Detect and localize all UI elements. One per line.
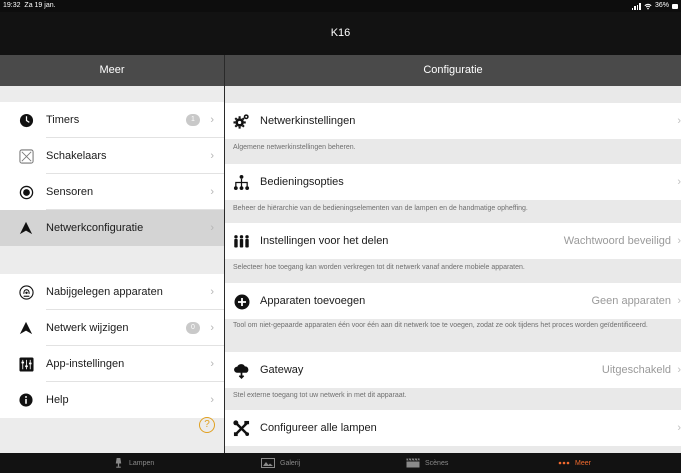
help-button[interactable]: ? <box>199 417 215 433</box>
tab-galerij[interactable]: Galerij <box>261 453 300 473</box>
more-icon <box>558 461 570 465</box>
configuration-panel: Netwerkinstellingen › Algemene netwerkin… <box>225 86 681 453</box>
tab-bar: Lampen Galerij Scènes Meer <box>0 453 681 473</box>
row-label: Gateway <box>260 364 304 376</box>
chevron-right-icon: › <box>210 286 214 298</box>
chevron-right-icon: › <box>210 150 214 162</box>
sidebar-item-schakelaars[interactable]: Schakelaars › <box>0 138 224 174</box>
tab-meer[interactable]: Meer <box>558 453 591 473</box>
row-bedieningsopties[interactable]: Bedieningsopties › <box>225 164 681 200</box>
sidebar-item-app-instellingen[interactable]: App-instellingen › <box>0 346 224 382</box>
tab-label: Lampen <box>129 459 155 467</box>
row-description: Beheer de hiërarchie van de bedieningsel… <box>233 205 528 212</box>
sidebar-item-label: Timers <box>46 114 80 126</box>
switch-icon <box>18 148 34 164</box>
tab-label: Meer <box>575 459 591 467</box>
status-time: 19:32 Za 19 jan. <box>3 2 56 9</box>
row-instellingen-delen[interactable]: Instellingen voor het delen Wachtwoord b… <box>225 223 681 259</box>
chevron-right-icon: › <box>677 115 681 127</box>
scenes-icon <box>406 458 420 468</box>
chevron-right-icon: › <box>210 394 214 406</box>
lamp-icon <box>113 458 124 468</box>
app-settings-icon <box>18 356 34 372</box>
network-config-icon <box>18 220 34 236</box>
row-description: Tool om niet-gepaarde apparaten één voor… <box>233 322 648 329</box>
row-value: Wachtwoord beveiligd <box>563 235 671 247</box>
row-gateway[interactable]: Gateway Uitgeschakeld › <box>225 352 681 388</box>
add-icon <box>233 293 250 310</box>
row-description: Algemene netwerkinstellingen beheren. <box>233 144 356 151</box>
sidebar-item-label: Netwerkconfiguratie <box>46 222 144 234</box>
sidebar-item-label: Nabijgelegen apparaten <box>46 286 163 298</box>
row-description: Selecteer hoe toegang kan worden verkreg… <box>233 264 525 271</box>
chevron-right-icon: › <box>677 364 681 376</box>
sidebar-item-timers[interactable]: Timers 1 › <box>0 102 224 138</box>
chevron-right-icon: › <box>210 186 214 198</box>
chevron-right-icon: › <box>210 358 214 370</box>
sidebar-item-label: Netwerk wijzigen <box>46 322 129 334</box>
status-bar: 19:32 Za 19 jan. 36% <box>0 0 681 12</box>
network-change-icon <box>18 320 34 336</box>
row-apparaten-toevoegen[interactable]: Apparaten toevoegen Geen apparaten › <box>225 283 681 319</box>
sidebar-item-nabijgelegen-apparaten[interactable]: Nabijgelegen apparaten › <box>0 274 224 310</box>
sidebar-item-label: App-instellingen <box>46 358 125 370</box>
row-label: Instellingen voor het delen <box>260 235 389 247</box>
tab-scenes[interactable]: Scènes <box>406 453 448 473</box>
row-value: Uitgeschakeld <box>601 364 671 376</box>
row-label: Bedieningsopties <box>260 176 344 188</box>
sidebar-item-netwerkconfiguratie[interactable]: Netwerkconfiguratie › <box>0 210 224 246</box>
chevron-right-icon: › <box>677 422 681 434</box>
nearby-devices-icon <box>18 284 34 300</box>
app-title: K16 <box>0 12 681 55</box>
chevron-right-icon: › <box>677 235 681 247</box>
row-label: Apparaten toevoegen <box>260 295 366 307</box>
gear-icon <box>233 113 250 130</box>
tab-label: Galerij <box>280 459 301 467</box>
row-label: Netwerkinstellingen <box>260 115 356 127</box>
row-description: Stel externe toegang tot uw netwerk in m… <box>233 392 407 399</box>
row-configureer-alle-lampen[interactable]: Configureer alle lampen › <box>225 410 681 446</box>
sidebar-group-secondary: Nabijgelegen apparaten › Netwerk wijzige… <box>0 274 224 418</box>
chevron-right-icon: › <box>677 295 681 307</box>
sidebar-item-sensoren[interactable]: Sensoren › <box>0 174 224 210</box>
status-indicators: 36% <box>631 0 678 12</box>
hierarchy-icon <box>233 174 250 191</box>
tab-label: Scènes <box>425 459 449 467</box>
tools-icon <box>233 420 250 437</box>
row-label: Configureer alle lampen <box>260 422 377 434</box>
gallery-icon <box>261 458 275 468</box>
chevron-right-icon: › <box>677 176 681 188</box>
battery-icon <box>672 3 678 9</box>
chevron-right-icon: › <box>210 322 214 334</box>
row-value: Geen apparaten <box>591 295 671 307</box>
sidebar-item-label: Help <box>46 394 69 406</box>
people-icon <box>233 233 250 250</box>
battery-percent: 36% <box>654 2 669 9</box>
signal-icon <box>631 2 641 10</box>
network-count-badge: 0 <box>186 322 200 334</box>
tab-lampen[interactable]: Lampen <box>113 453 154 473</box>
sidebar-item-label: Schakelaars <box>46 150 107 162</box>
right-header: Configuratie <box>225 55 681 86</box>
timers-count-badge: 1 <box>186 114 200 126</box>
sensor-icon <box>18 184 34 200</box>
row-netwerkinstellingen[interactable]: Netwerkinstellingen › <box>225 103 681 139</box>
cloud-icon <box>233 362 250 379</box>
sidebar-item-label: Sensoren <box>46 186 94 198</box>
left-header: Meer <box>0 55 224 86</box>
wifi-icon <box>644 3 652 9</box>
chevron-right-icon: › <box>210 222 214 234</box>
info-icon <box>18 392 34 408</box>
sidebar-item-help[interactable]: Help › <box>0 382 224 418</box>
sidebar-item-netwerk-wijzigen[interactable]: Netwerk wijzigen 0 › <box>0 310 224 346</box>
chevron-right-icon: › <box>210 114 214 126</box>
sidebar-group-main: Timers 1 › Schakelaars › Sensoren › Netw… <box>0 102 224 246</box>
sidebar: Timers 1 › Schakelaars › Sensoren › Netw… <box>0 86 224 453</box>
clock-icon <box>18 112 34 128</box>
